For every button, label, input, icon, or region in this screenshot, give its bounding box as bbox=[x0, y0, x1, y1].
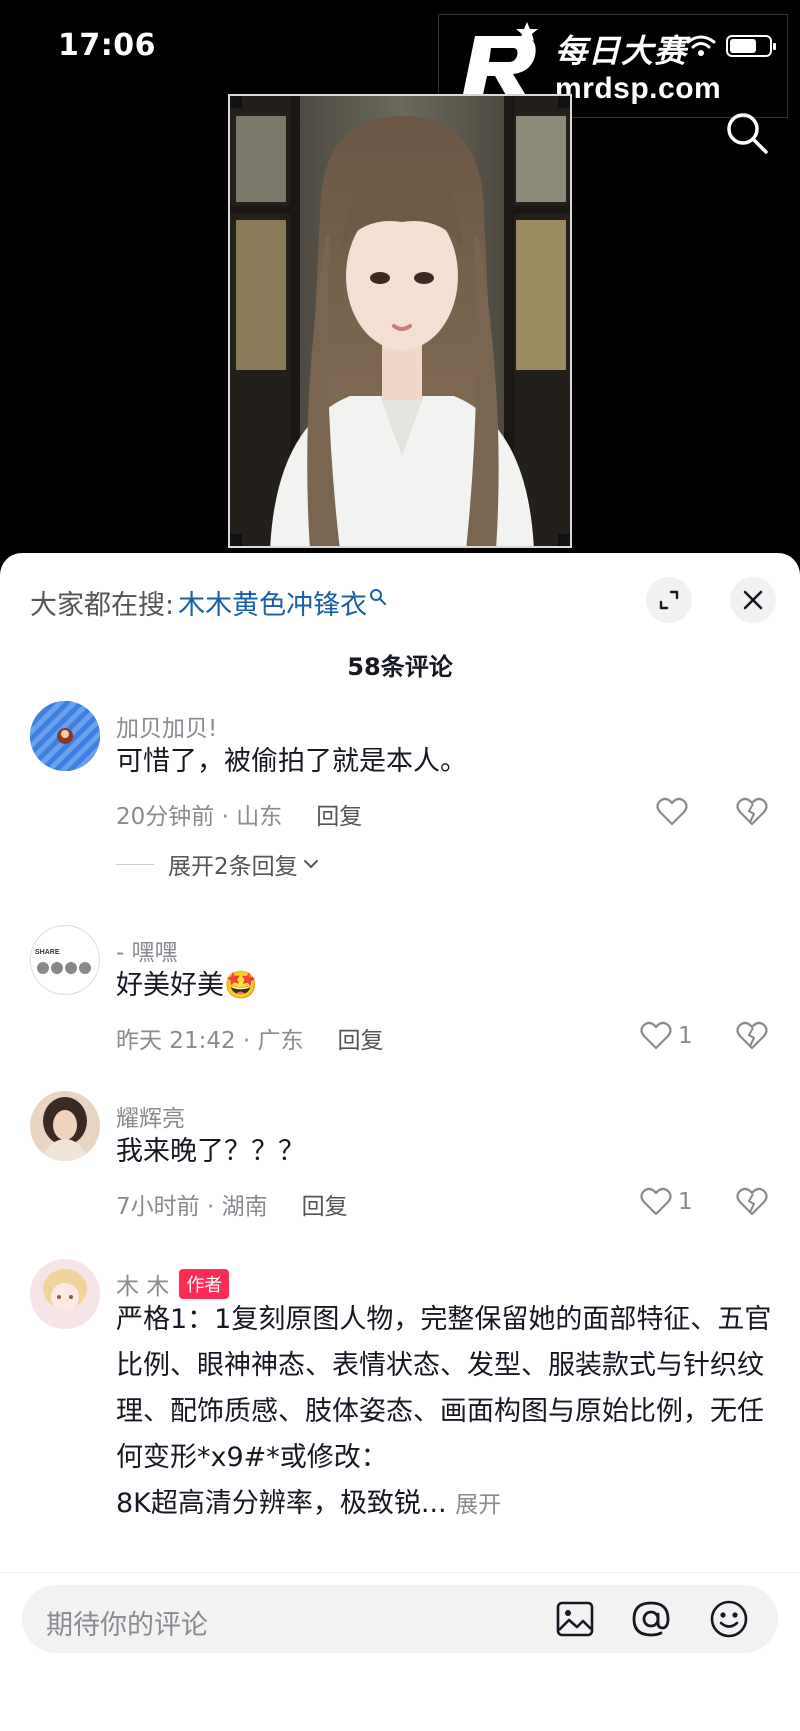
comment-username-row: 木 木 作者 bbox=[116, 1267, 230, 1301]
dislike-button[interactable] bbox=[736, 1187, 768, 1221]
like-button[interactable]: 1 bbox=[640, 1187, 693, 1217]
comment-meta: 昨天 21:42 · 广东 回复 bbox=[116, 1021, 384, 1055]
heart-icon bbox=[640, 1187, 672, 1216]
comment-username[interactable]: 木 木 bbox=[116, 1267, 169, 1301]
comment-input[interactable]: 期待你的评论 bbox=[22, 1585, 778, 1653]
broken-heart-icon bbox=[736, 1187, 768, 1216]
heart-icon bbox=[656, 797, 688, 826]
comment-meta: 7小时前 · 湖南 回复 bbox=[116, 1187, 348, 1221]
close-icon bbox=[743, 590, 763, 610]
hot-search-term[interactable]: 木木黄色冲锋衣 bbox=[178, 583, 367, 622]
chevron-down-icon bbox=[303, 860, 318, 869]
expand-replies-label: 展开2条回复 bbox=[168, 854, 298, 880]
comment-username[interactable]: - 嘿嘿 bbox=[116, 933, 178, 967]
avatar[interactable] bbox=[30, 1091, 100, 1161]
comment-text: 好美好美🤩 bbox=[116, 970, 258, 1001]
comment-count: 58条评论 bbox=[347, 653, 453, 681]
comment-time-location: 7小时前 · 湖南 bbox=[116, 1194, 268, 1220]
comment-sheet: 大家都在搜: 木木黄色冲锋衣 58条评论 加贝加贝! 可惜了，被偷拍了就是本人。… bbox=[0, 553, 800, 1731]
avatar[interactable] bbox=[30, 701, 100, 771]
author-badge: 作者 bbox=[179, 1269, 230, 1299]
expand-button[interactable] bbox=[646, 577, 692, 623]
watermark-brand: 每日大赛 bbox=[555, 32, 688, 70]
emoji-icon[interactable] bbox=[708, 1598, 750, 1640]
like-button[interactable]: 1 bbox=[640, 1021, 693, 1051]
dislike-button[interactable] bbox=[736, 797, 768, 831]
search-icon[interactable] bbox=[724, 110, 770, 156]
crop-handle[interactable] bbox=[230, 534, 242, 546]
comment-text: 严格1：1复刻原图人物，完整保留她的面部特征、五官比例、眼神神态、表情状态、发型… bbox=[116, 1304, 772, 1473]
comment-input-bar: 期待你的评论 bbox=[0, 1572, 800, 1731]
reply-button[interactable]: 回复 bbox=[338, 1021, 384, 1055]
broken-heart-icon bbox=[736, 797, 768, 826]
comment-time-location: 20分钟前 · 山东 bbox=[116, 804, 283, 830]
expand-icon bbox=[659, 590, 679, 610]
image-icon[interactable] bbox=[554, 1598, 596, 1640]
portrait-illustration bbox=[230, 96, 570, 546]
comment-username[interactable]: 加贝加贝! bbox=[116, 709, 217, 743]
reply-button[interactable]: 回复 bbox=[316, 797, 362, 831]
heart-icon bbox=[640, 1021, 672, 1050]
comment-input-placeholder: 期待你的评论 bbox=[46, 1610, 208, 1641]
avatar-share-text: SHARE bbox=[35, 949, 60, 956]
video-frame-image[interactable] bbox=[228, 94, 572, 548]
like-button[interactable] bbox=[656, 797, 688, 831]
comment-meta: 20分钟前 · 山东 回复 bbox=[116, 797, 362, 831]
dislike-button[interactable] bbox=[736, 1021, 768, 1055]
comment-text: 可惜了，被偷拍了就是本人。 bbox=[116, 746, 467, 777]
crop-handle[interactable] bbox=[558, 534, 570, 546]
comment-username[interactable]: 耀辉亮 bbox=[116, 1099, 185, 1133]
expand-replies-button[interactable]: 展开2条回复 bbox=[116, 847, 320, 881]
search-icon bbox=[370, 588, 387, 605]
status-time: 17:06 bbox=[58, 28, 156, 63]
reply-button[interactable]: 回复 bbox=[302, 1187, 348, 1221]
divider-line bbox=[116, 863, 154, 865]
avatar[interactable] bbox=[30, 1259, 100, 1329]
like-count: 1 bbox=[678, 1023, 693, 1049]
at-mention-icon[interactable] bbox=[630, 1598, 672, 1640]
like-count: 1 bbox=[678, 1189, 693, 1215]
comment-time-location: 昨天 21:42 · 广东 bbox=[116, 1028, 304, 1054]
close-button[interactable] bbox=[730, 577, 776, 623]
crop-handle[interactable] bbox=[558, 96, 570, 108]
comment-text-line: 8K超高清分辨率，极致锐... bbox=[116, 1488, 447, 1519]
hot-search-bar[interactable]: 大家都在搜: 木木黄色冲锋衣 bbox=[30, 583, 387, 622]
watermark-domain: mrdsp.com bbox=[555, 72, 722, 105]
hot-search-label: 大家都在搜: bbox=[30, 590, 175, 621]
comment-text-continued: 8K超高清分辨率，极致锐... 展开 bbox=[116, 1481, 776, 1528]
broken-heart-icon bbox=[736, 1021, 768, 1050]
crop-handle[interactable] bbox=[230, 96, 242, 108]
avatar[interactable]: SHARE bbox=[30, 925, 100, 995]
expand-text-link[interactable]: 展开 bbox=[455, 1492, 501, 1518]
comment-text: 我来晚了？？？ bbox=[116, 1136, 305, 1167]
